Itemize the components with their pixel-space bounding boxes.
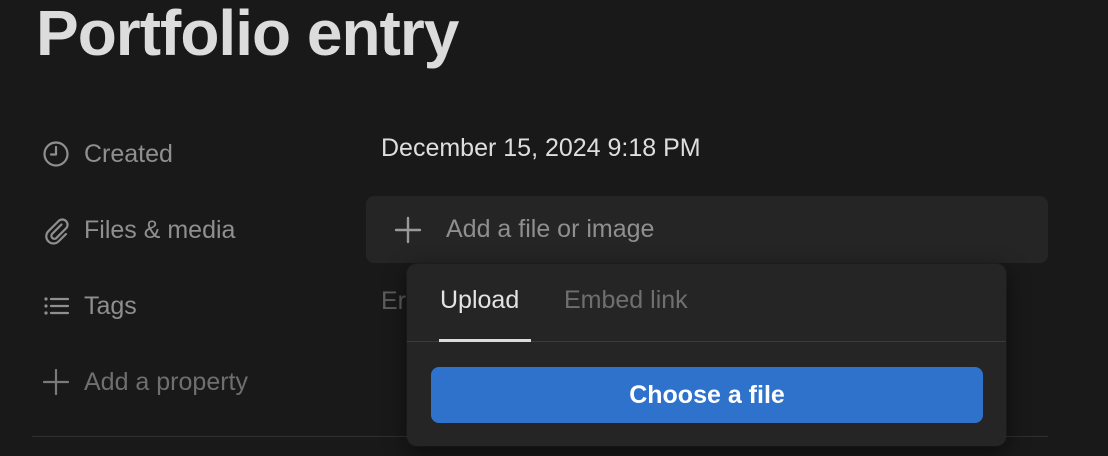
active-tab-indicator [439, 339, 531, 342]
add-property-label: Add a property [84, 367, 248, 396]
add-file-button[interactable]: Add a file or image [366, 196, 1048, 263]
add-property-button[interactable]: Add a property [40, 362, 248, 402]
page-title[interactable]: Portfolio entry [36, 0, 459, 70]
created-label: Created [84, 139, 173, 168]
created-value: December 15, 2024 9:18 PM [381, 134, 701, 162]
add-file-label: Add a file or image [446, 215, 655, 243]
plus-icon [40, 366, 72, 398]
upload-popover: Upload Embed link Choose a file [407, 264, 1006, 446]
tab-embed-link[interactable]: Embed link [564, 286, 688, 315]
property-tags[interactable]: Tags [40, 286, 137, 326]
plus-icon [392, 214, 424, 246]
page: Portfolio entry Created December 15, 202… [0, 0, 1108, 456]
tab-upload[interactable]: Upload [440, 286, 519, 315]
choose-file-button[interactable]: Choose a file [431, 367, 983, 423]
tags-label: Tags [84, 291, 137, 320]
property-files-media[interactable]: Files & media [40, 210, 235, 250]
property-created[interactable]: Created [40, 134, 173, 174]
clock-icon [40, 138, 72, 170]
paperclip-icon [40, 214, 72, 246]
list-icon [40, 290, 72, 322]
files-media-label: Files & media [84, 215, 236, 244]
tags-value[interactable]: Er [381, 287, 406, 316]
popover-tabs: Upload Embed link [407, 264, 1006, 342]
